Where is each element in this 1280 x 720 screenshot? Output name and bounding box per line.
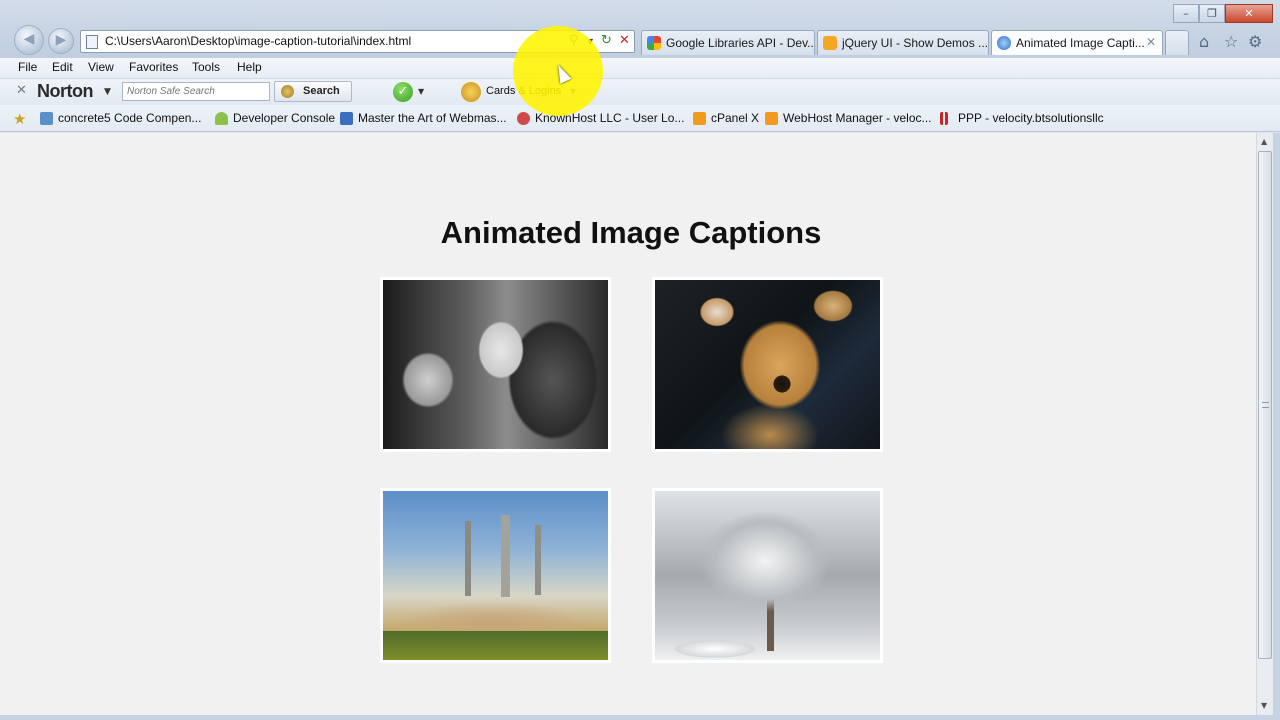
menu-file[interactable]: File	[18, 60, 37, 74]
minimize-button[interactable]: –	[1173, 4, 1199, 23]
favorite-webhost-manager[interactable]: WebHost Manager - veloc...	[765, 111, 932, 125]
address-url[interactable]: C:\Users\Aaron\Desktop\image-caption-tut…	[105, 34, 411, 48]
favorite-label: Developer Console	[233, 111, 336, 125]
window-close-button[interactable]: ✕	[1225, 4, 1273, 23]
menu-favorites[interactable]: Favorites	[129, 60, 178, 74]
scroll-up-icon[interactable]: ▲	[1261, 137, 1267, 146]
forward-button[interactable]: ▶	[48, 28, 74, 54]
menu-help[interactable]: Help	[237, 60, 262, 74]
tab-label: Animated Image Capti...	[1016, 36, 1145, 50]
favorite-concrete5[interactable]: concrete5 Code Compen...	[40, 111, 201, 125]
norton-icon	[281, 85, 294, 98]
new-tab-button[interactable]	[1165, 30, 1189, 55]
menu-edit[interactable]: Edit	[52, 60, 73, 74]
ie-page-icon	[997, 36, 1011, 50]
favorite-label: concrete5 Code Compen...	[58, 111, 202, 125]
favorite-cpanel[interactable]: cPanel X	[693, 111, 759, 125]
scroll-down-icon[interactable]: ▼	[1261, 701, 1267, 710]
browser-chrome: ◀ ▶ C:\Users\Aaron\Desktop\image-caption…	[0, 0, 1280, 58]
norton-search-field[interactable]	[122, 82, 270, 101]
norton-toolbar: ✕ Norton ▼ Search ✓ ▼ Cards & Logins ▼	[0, 79, 1280, 105]
favorite-ppp-velocity[interactable]: PPP - velocity.btsolutionsllc	[940, 111, 1104, 125]
refresh-icon[interactable]: ↻	[601, 33, 612, 48]
page-title: Animated Image Captions	[440, 215, 822, 250]
google-icon	[647, 36, 661, 50]
menu-tools[interactable]: Tools	[192, 60, 220, 74]
photo-woman-dog[interactable]	[383, 280, 608, 449]
tab-jquery-ui[interactable]: jQuery UI - Show Demos ...	[817, 30, 989, 55]
window-frame-right	[1273, 133, 1280, 720]
favorite-label: PPP - velocity.btsolutionsllc	[958, 111, 1104, 125]
photo-smokestacks[interactable]	[383, 491, 608, 660]
tab-label: jQuery UI - Show Demos ...	[842, 36, 989, 50]
photo-snowy-tree[interactable]	[655, 491, 880, 660]
chevron-down-icon[interactable]: ▼	[418, 87, 424, 96]
favorite-developer-console[interactable]: Developer Console	[215, 111, 335, 125]
norton-search-button[interactable]: Search	[274, 81, 352, 102]
stop-icon[interactable]: ✕	[619, 33, 630, 48]
page-viewport: Animated Image Captions	[0, 133, 1256, 715]
menu-bar: File Edit View Favorites Tools Help	[0, 58, 1280, 79]
favorite-label: Master the Art of Webmas...	[358, 111, 507, 125]
safe-web-check-icon[interactable]: ✓	[393, 82, 413, 102]
jquery-ui-icon	[823, 36, 837, 50]
cpanel-icon	[693, 112, 706, 125]
page-icon	[40, 112, 53, 125]
norton-search-input[interactable]	[123, 83, 269, 100]
favorites-bar: ★ concrete5 Code Compen... Developer Con…	[0, 105, 1280, 132]
gear-icon[interactable]: ⚙	[1248, 32, 1262, 51]
search-button-label: Search	[303, 85, 340, 97]
tab-label: Google Libraries API - Dev...	[666, 36, 815, 50]
lock-icon	[461, 82, 481, 102]
cpanel-icon	[765, 112, 778, 125]
hp-icon	[340, 112, 353, 125]
page-icon	[86, 35, 98, 49]
scroll-thumb[interactable]	[1258, 151, 1272, 659]
tab-animated-image-captions[interactable]: Animated Image Capti... ✕	[991, 30, 1163, 55]
norton-logo[interactable]: Norton	[37, 81, 93, 102]
favorites-star-icon[interactable]: ★	[13, 110, 26, 128]
ppp-icon	[940, 112, 948, 125]
favorite-master-webmaster[interactable]: Master the Art of Webmas...	[340, 111, 507, 125]
android-icon	[215, 112, 228, 125]
close-tab-icon[interactable]: ✕	[1146, 35, 1156, 49]
grip-icon	[1262, 402, 1269, 408]
close-toolbar-icon[interactable]: ✕	[16, 83, 27, 98]
maximize-button[interactable]: ❐	[1199, 4, 1225, 23]
photo-tan-dog[interactable]	[655, 280, 880, 449]
favorite-label: cPanel X	[711, 111, 760, 125]
tab-google-libraries[interactable]: Google Libraries API - Dev...	[641, 30, 815, 55]
menu-view[interactable]: View	[88, 60, 114, 74]
chevron-down-icon[interactable]: ▼	[104, 87, 111, 97]
vertical-scrollbar[interactable]: ▲ ▼	[1256, 133, 1273, 715]
favorites-star-icon[interactable]: ☆	[1224, 32, 1238, 51]
knownhost-icon	[517, 112, 530, 125]
favorite-label: WebHost Manager - veloc...	[783, 111, 932, 125]
back-button[interactable]: ◀	[14, 25, 44, 55]
window-frame-bottom	[0, 715, 1280, 720]
home-icon[interactable]: ⌂	[1199, 32, 1209, 51]
